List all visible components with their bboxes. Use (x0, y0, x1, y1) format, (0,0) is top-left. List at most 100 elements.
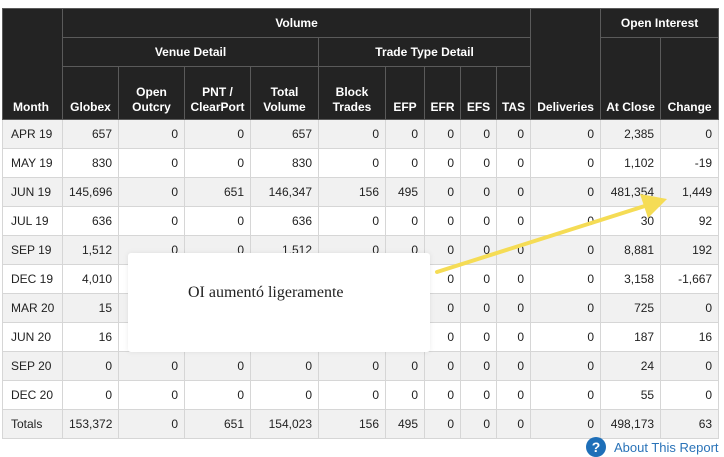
table-row: SEP 20 0 0 0 0 0 0 0 0 0 0 24 0 (2, 351, 720, 381)
cell-month: SEP 19 (2, 235, 63, 265)
cell-globex: 15 (62, 293, 119, 323)
cell-efs: 0 (460, 322, 497, 352)
cell-month: JUN 20 (2, 322, 63, 352)
cell-total-volume: 146,347 (250, 177, 319, 207)
cell-total-volume: 0 (250, 351, 319, 381)
cell-pnt-clearport: 0 (184, 380, 251, 410)
table-row: APR 19 657 0 0 657 0 0 0 0 0 0 2,385 0 (2, 119, 720, 149)
cell-efp: 0 (385, 206, 425, 236)
cell-efp: 0 (385, 119, 425, 149)
group-trade-type-detail: Trade Type Detail (317, 37, 532, 67)
cell-efs: 0 (460, 351, 497, 381)
cell-efs: 0 (460, 293, 497, 323)
cell-deliveries: 0 (530, 264, 602, 294)
col-tas: TAS (495, 66, 532, 120)
cell-deliveries: 0 (530, 206, 602, 236)
cell-pnt-clearport: 0 (184, 206, 251, 236)
cell-at-close: 8,881 (600, 235, 662, 265)
cell-efs: 0 (460, 380, 497, 410)
cell-month: APR 19 (2, 119, 63, 149)
cell-deliveries: 0 (530, 235, 602, 265)
totals-label: Totals (2, 409, 63, 439)
cell-at-close: 30 (600, 206, 662, 236)
cell-deliveries: 0 (530, 380, 602, 410)
col-block-trades: Block Trades (318, 66, 386, 120)
col-total-volume: Total Volume (250, 66, 319, 120)
cell-tas: 0 (495, 177, 532, 207)
cell-tas: 0 (495, 351, 532, 381)
cell-efs: 0 (460, 409, 497, 439)
cell-globex: 0 (62, 351, 119, 381)
cell-month: SEP 20 (2, 351, 63, 381)
table-row: MAY 19 830 0 0 830 0 0 0 0 0 0 1,102 -19 (2, 148, 720, 178)
cell-tas: 0 (495, 264, 532, 294)
report-container: Month Volume Deliveries Open Interest Ve… (2, 8, 720, 439)
table-row: JUL 19 636 0 0 636 0 0 0 0 0 0 30 92 (2, 206, 720, 236)
cell-change: -19 (660, 148, 720, 178)
cell-at-close: 24 (600, 351, 662, 381)
cell-efs: 0 (460, 119, 497, 149)
cell-at-close: 481,354 (600, 177, 662, 207)
cell-change: 0 (660, 351, 720, 381)
table-row: DEC 20 0 0 0 0 0 0 0 0 0 0 55 0 (2, 380, 720, 410)
cell-open-outcry: 0 (118, 177, 185, 207)
group-volume: Volume (61, 8, 532, 38)
table-row: JUN 19 145,696 0 651 146,347 156 495 0 0 0 0 481,35… (2, 177, 720, 207)
cell-efp: 495 (385, 409, 425, 439)
cell-globex: 145,696 (62, 177, 119, 207)
cell-globex: 4,010 (62, 264, 119, 294)
col-deliveries: Deliveries (530, 8, 602, 120)
cell-efs: 0 (460, 264, 497, 294)
cell-deliveries: 0 (530, 119, 602, 149)
cell-pnt-clearport: 651 (184, 409, 251, 439)
cell-total-volume: 636 (250, 206, 319, 236)
cell-open-outcry: 0 (118, 119, 185, 149)
annotation-text: OI aumentó ligeramente (188, 284, 344, 301)
about-report-link[interactable]: ? About This Report (586, 437, 719, 457)
cell-at-close: 725 (600, 293, 662, 323)
col-globex: Globex (62, 66, 119, 120)
col-change: Change (660, 37, 720, 120)
cell-deliveries: 0 (530, 293, 602, 323)
cell-month: JUN 19 (2, 177, 63, 207)
volume-open-interest-table: Month Volume Deliveries Open Interest Ve… (2, 8, 720, 439)
cell-tas: 0 (495, 119, 532, 149)
group-open-interest: Open Interest (600, 8, 720, 38)
cell-at-close: 187 (600, 322, 662, 352)
cell-globex: 657 (62, 119, 119, 149)
cell-deliveries: 0 (530, 177, 602, 207)
help-icon: ? (586, 437, 606, 457)
cell-block-trades: 0 (318, 206, 386, 236)
cell-deliveries: 0 (530, 351, 602, 381)
col-month: Month (2, 8, 63, 120)
totals-row: Totals 153,372 0 651 154,023 156 495 0 0… (2, 409, 720, 439)
cell-deliveries: 0 (530, 409, 602, 439)
cell-block-trades: 0 (318, 351, 386, 381)
cell-block-trades: 156 (318, 177, 386, 207)
cell-globex: 1,512 (62, 235, 119, 265)
cell-efr: 0 (424, 148, 461, 178)
cell-change: 0 (660, 119, 720, 149)
cell-efr: 0 (424, 119, 461, 149)
cell-pnt-clearport: 0 (184, 119, 251, 149)
cell-change: 16 (660, 322, 720, 352)
col-efs: EFS (460, 66, 497, 120)
cell-total-volume: 154,023 (250, 409, 319, 439)
cell-efr: 0 (424, 206, 461, 236)
cell-open-outcry: 0 (118, 380, 185, 410)
cell-efr: 0 (424, 177, 461, 207)
cell-month: JUL 19 (2, 206, 63, 236)
cell-block-trades: 0 (318, 119, 386, 149)
col-efp: EFP (385, 66, 425, 120)
col-efr: EFR (424, 66, 461, 120)
cell-efs: 0 (460, 206, 497, 236)
cell-efr: 0 (424, 351, 461, 381)
cell-pnt-clearport: 0 (184, 351, 251, 381)
cell-globex: 153,372 (62, 409, 119, 439)
cell-tas: 0 (495, 380, 532, 410)
cell-tas: 0 (495, 148, 532, 178)
cell-month: DEC 19 (2, 264, 63, 294)
cell-at-close: 3,158 (600, 264, 662, 294)
cell-change: 0 (660, 380, 720, 410)
cell-globex: 830 (62, 148, 119, 178)
